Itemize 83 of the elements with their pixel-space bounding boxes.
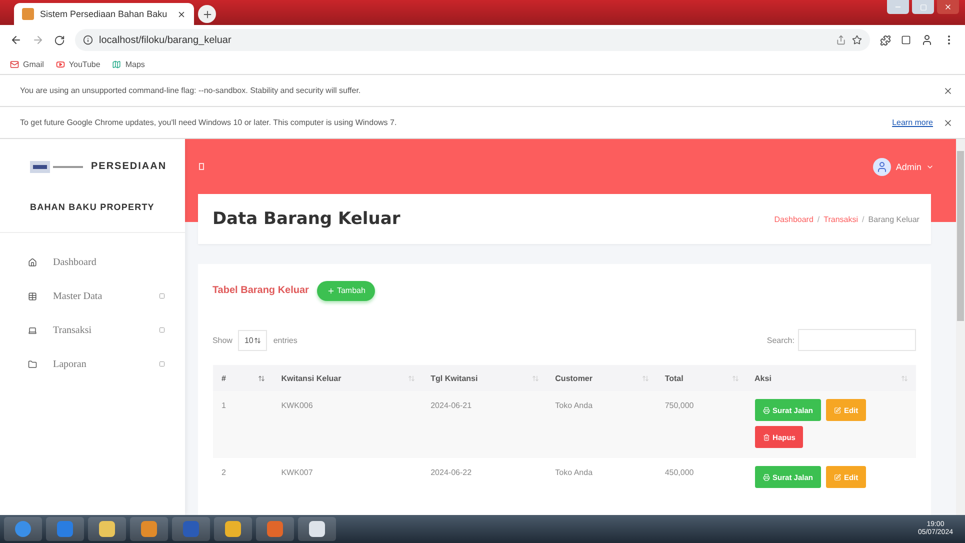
back-icon[interactable] [10,34,22,46]
table-cell: 750,000 [664,401,694,410]
bookmark-link[interactable]: Gmail [10,60,44,69]
sidebar-item[interactable]: Laporan [0,347,186,381]
scrollbar[interactable] [956,139,965,515]
browser-tab[interactable]: Sistem Persediaan Bahan Baku [14,3,194,25]
reload-icon[interactable] [54,34,65,46]
maximize-icon [920,4,926,10]
share-icon[interactable] [836,35,846,45]
home-icon [28,258,37,266]
close-window-button[interactable] [937,0,959,14]
search-label: Search: [766,336,794,344]
entries-select[interactable]: 10 [238,330,268,350]
folder-icon [28,360,37,368]
print-icon [762,474,770,480]
new-tab-button[interactable] [198,5,216,23]
plus-icon [326,286,335,294]
trash-icon [762,434,770,440]
table-cell: 1 [221,401,226,410]
sidebar-item[interactable]: Transaksi [0,313,186,347]
print-icon [762,406,770,414]
caret-icon [254,336,262,344]
table-cell: 2 [221,468,226,477]
taskbar-app-icon[interactable] [130,517,168,541]
bookmark-link[interactable]: Maps [112,60,145,69]
company-logo-icon [30,158,85,174]
sidebar-toggle-icon[interactable] [199,163,204,170]
table-cell: KWK007 [281,468,313,477]
expand-icon [159,293,166,299]
table-cell: 2024-06-21 [430,401,472,410]
avatar-icon [872,158,891,176]
close-icon[interactable] [943,118,953,128]
plus-icon [202,8,212,20]
learn-more-link[interactable]: Learn more [892,118,933,127]
infobar-message: To get future Google Chrome updates, you'll need Windows 10 or later. This computer is using Windows 7. [20,118,398,127]
column-header[interactable]: # [221,374,226,382]
info-icon [83,35,93,45]
infobar-message: You are using an unsupported command-line flag: --no-sandbox. Stability and security will suffer. [20,86,362,95]
mail-icon [10,60,19,69]
video-icon [56,60,65,69]
taskbar-app-icon[interactable] [298,517,336,541]
extensions-icon[interactable] [880,34,891,46]
show-label: Show [212,336,232,344]
column-header[interactable]: Kwitansi Keluar [281,374,342,382]
side-panel-icon[interactable] [901,35,911,45]
start-button[interactable] [4,517,42,541]
column-header[interactable]: Total [664,374,684,382]
column-header[interactable]: Tgl Kwitansi [430,374,478,382]
taskbar-app-icon[interactable] [88,517,126,541]
table-cell: KWK006 [281,401,313,410]
brand-title: PERSEDIAAN [91,161,167,172]
table-cell: 2024-06-22 [430,468,472,477]
taskbar-app-icon[interactable] [214,517,252,541]
edit-icon [834,474,841,480]
laptop-icon [28,326,37,334]
edit-icon [834,406,841,414]
map-icon [112,60,122,69]
table-icon [28,292,37,300]
sort-icon[interactable] [258,374,266,382]
entries-label: entries [273,336,298,344]
table-cell: Toko Anda [555,401,593,410]
address-bar[interactable]: localhost/filoku/barang_keluar [75,29,870,51]
expand-icon [159,361,166,367]
page-title: Data Barang Keluar [212,209,400,229]
sidebar-item[interactable]: Master Data [0,279,186,313]
expand-icon [159,327,166,333]
search-field[interactable] [798,329,916,351]
close-icon [944,3,952,11]
bookmark-link[interactable]: YouTube [56,60,100,69]
table-cell: 450,000 [664,468,694,477]
star-icon[interactable] [852,35,862,45]
card-title: Tabel Barang Keluar [212,285,309,296]
close-icon[interactable] [943,86,953,96]
breadcrumb-separator: / [862,214,864,224]
sidebar-item[interactable]: Dashboard [0,245,186,279]
table-cell: Toko Anda [555,468,593,477]
tab-favicon-icon [22,8,34,20]
forward-icon[interactable] [32,34,44,46]
column-header[interactable]: Customer [555,374,592,382]
close-icon[interactable] [177,10,186,18]
column-header[interactable]: Aksi [754,374,772,382]
breadcrumb-separator: / [817,214,820,224]
profile-icon[interactable] [921,34,933,46]
